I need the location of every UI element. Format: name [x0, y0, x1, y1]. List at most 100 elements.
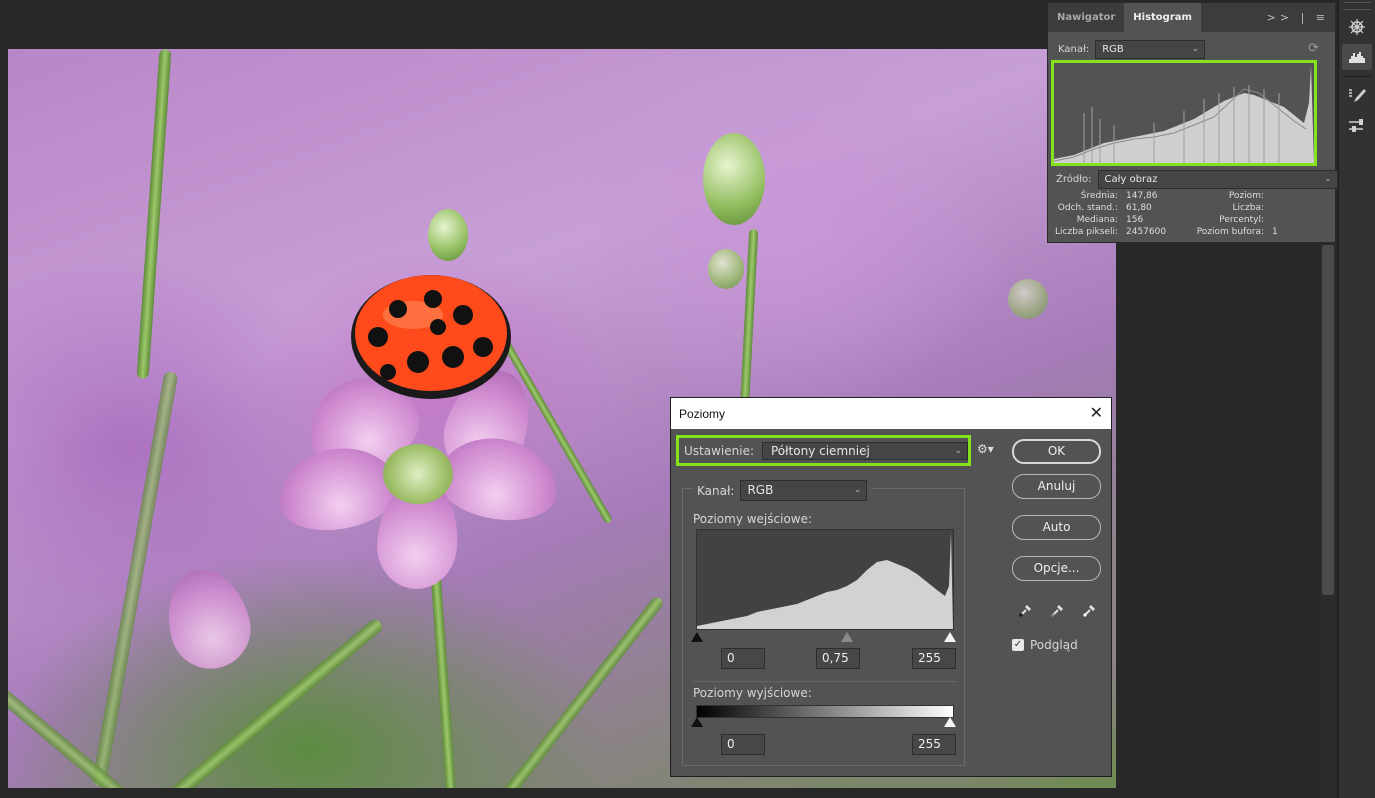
flower-petal [156, 560, 260, 678]
output-white-field[interactable]: 255 [912, 734, 956, 755]
chevron-down-icon: ⌄ [1324, 173, 1332, 184]
stat-count-value [1264, 202, 1304, 214]
chevron-down-icon: ⌄ [954, 445, 962, 456]
white-eyedropper-icon[interactable] [1081, 601, 1099, 619]
histogram-source-select[interactable]: Cały obraz ⌄ [1097, 169, 1338, 189]
sliders-brush-icon[interactable] [1342, 113, 1372, 139]
grass-blade [483, 594, 665, 788]
input-histogram-svg [697, 532, 953, 629]
brush-list-icon[interactable] [1342, 83, 1372, 109]
strip-separator [1343, 76, 1371, 77]
stat-row: Mediana: 156 Percentyl: [1054, 214, 1334, 226]
channel-value: RGB [1102, 43, 1124, 55]
histogram-channel-row: Kanał: RGB ⌄ [1058, 39, 1206, 59]
stat-median-value: 156 [1126, 215, 1144, 225]
stat-stddev-label: Odch. stand.: [1057, 203, 1118, 213]
stat-row: Liczba pikseli: 2457600 Poziom bufora: 1 [1054, 226, 1334, 238]
preset-label: Ustawienie: [684, 443, 754, 458]
preview-checkbox[interactable]: ✓ [1012, 639, 1024, 651]
channel-label: Kanał: [697, 483, 735, 498]
histogram-graph-svg [1053, 65, 1314, 163]
input-gamma-slider[interactable] [841, 632, 853, 642]
stat-cache-value: 1 [1272, 227, 1278, 237]
tab-navigator[interactable]: Nawigator [1048, 3, 1124, 32]
output-black-field[interactable]: 0 [721, 734, 765, 755]
stat-count-label: Liczba: [1232, 203, 1264, 213]
stat-mean-label: Średnia: [1080, 191, 1118, 201]
strip-grip[interactable] [1343, 2, 1371, 10]
stat-stddev-value: 61,80 [1126, 203, 1152, 213]
histogram-panel: Nawigator Histogram >> | ≡ Kanał: RGB ⌄ … [1047, 2, 1338, 243]
plant-stem [91, 370, 179, 788]
eyedropper-group [1017, 601, 1099, 619]
channel-row: Kanał: RGB ⌄ [693, 480, 872, 501]
flower-bud [1008, 279, 1048, 319]
separator [693, 681, 957, 682]
preset-value: Półtony ciemniej [771, 443, 870, 458]
flower-bud [708, 249, 744, 289]
chevron-down-icon: ⌄ [1191, 43, 1200, 54]
compass-icon[interactable] [1342, 14, 1372, 40]
input-black-field[interactable]: 0 [721, 648, 765, 669]
levels-dialog: Poziomy ✕ Ustawienie: Półtony ciemniej ⌄… [670, 397, 1112, 777]
input-levels-histogram [696, 529, 954, 630]
chevron-down-icon: ⌄ [853, 485, 862, 495]
histogram-channel-select[interactable]: RGB ⌄ [1095, 39, 1206, 59]
tab-histogram[interactable]: Histogram [1124, 3, 1201, 32]
histogram-icon[interactable] [1342, 44, 1372, 70]
input-white-field[interactable]: 255 [912, 648, 956, 669]
stat-level-label: Poziom: [1228, 191, 1264, 201]
dialog-titlebar[interactable]: Poziomy ✕ [671, 398, 1111, 429]
stat-percentile-label: Percentyl: [1219, 215, 1264, 225]
stat-row: Odch. stand.: 61,80 Liczba: [1054, 202, 1334, 214]
histogram-graph [1051, 60, 1317, 166]
stat-pixels-label: Liczba pikseli: [1055, 227, 1118, 237]
plant-stem [136, 49, 172, 380]
auto-button[interactable]: Auto [1012, 515, 1101, 540]
options-button[interactable]: Opcje... [1012, 556, 1101, 581]
input-white-slider[interactable] [944, 632, 956, 642]
input-gamma-field[interactable]: 0,75 [816, 648, 860, 669]
gray-eyedropper-icon[interactable] [1049, 601, 1067, 619]
close-icon[interactable]: ✕ [1090, 403, 1103, 423]
stat-mean-value: 147,86 [1126, 191, 1158, 201]
histogram-source-row: Źródło: Cały obraz ⌄ [1056, 169, 1338, 189]
output-levels-gradient [696, 705, 954, 718]
stat-cache-label: Poziom bufora: [1196, 227, 1264, 237]
flower-bud [428, 209, 468, 261]
histogram-statistics: Średnia: 147,86 Poziom: Odch. stand.: 61… [1054, 190, 1334, 238]
input-levels-label: Poziomy wejściowe: [693, 512, 813, 526]
panel-menu-icon[interactable]: >> | ≡ [1267, 3, 1329, 32]
input-black-slider[interactable] [691, 632, 703, 642]
flower-center [383, 444, 453, 504]
preset-row: Ustawienie: Półtony ciemniej ⌄ [676, 435, 971, 466]
stat-pixels-value: 2457600 [1126, 227, 1167, 237]
output-black-slider[interactable] [691, 717, 703, 727]
cancel-button[interactable]: Anuluj [1012, 474, 1101, 499]
channel-label: Kanał: [1058, 43, 1090, 55]
flower-bud [703, 133, 765, 225]
refresh-icon[interactable]: ⟳ [1308, 41, 1319, 56]
grass-blade [8, 650, 160, 788]
dialog-title: Poziomy [679, 406, 726, 421]
output-white-slider[interactable] [944, 717, 956, 727]
preview-row[interactable]: ✓ Podgląd [1012, 638, 1078, 652]
source-label: Źródło: [1056, 173, 1092, 185]
panel-icon-strip [1338, 0, 1375, 798]
channel-value: RGB [747, 483, 774, 497]
stat-percentile-value [1264, 214, 1304, 226]
ok-button[interactable]: OK [1012, 439, 1101, 464]
scrollbar-thumb[interactable] [1322, 245, 1334, 595]
gear-icon[interactable]: ⚙▾ [977, 442, 994, 456]
panel-tab-bar: Nawigator Histogram >> | ≡ [1048, 3, 1335, 32]
channel-group: Kanał: RGB ⌄ Poziomy wejściowe: 0 0,75 2… [682, 480, 965, 766]
ladybug [351, 275, 511, 399]
preset-select[interactable]: Półtony ciemniej ⌄ [762, 441, 968, 460]
stat-median-label: Mediana: [1076, 215, 1118, 225]
black-eyedropper-icon[interactable] [1017, 601, 1035, 619]
source-value: Cały obraz [1104, 173, 1158, 185]
channel-select[interactable]: RGB ⌄ [740, 480, 868, 501]
stat-row: Średnia: 147,86 Poziom: [1054, 190, 1334, 202]
preview-label: Podgląd [1030, 638, 1078, 652]
stat-level-value [1264, 190, 1304, 202]
